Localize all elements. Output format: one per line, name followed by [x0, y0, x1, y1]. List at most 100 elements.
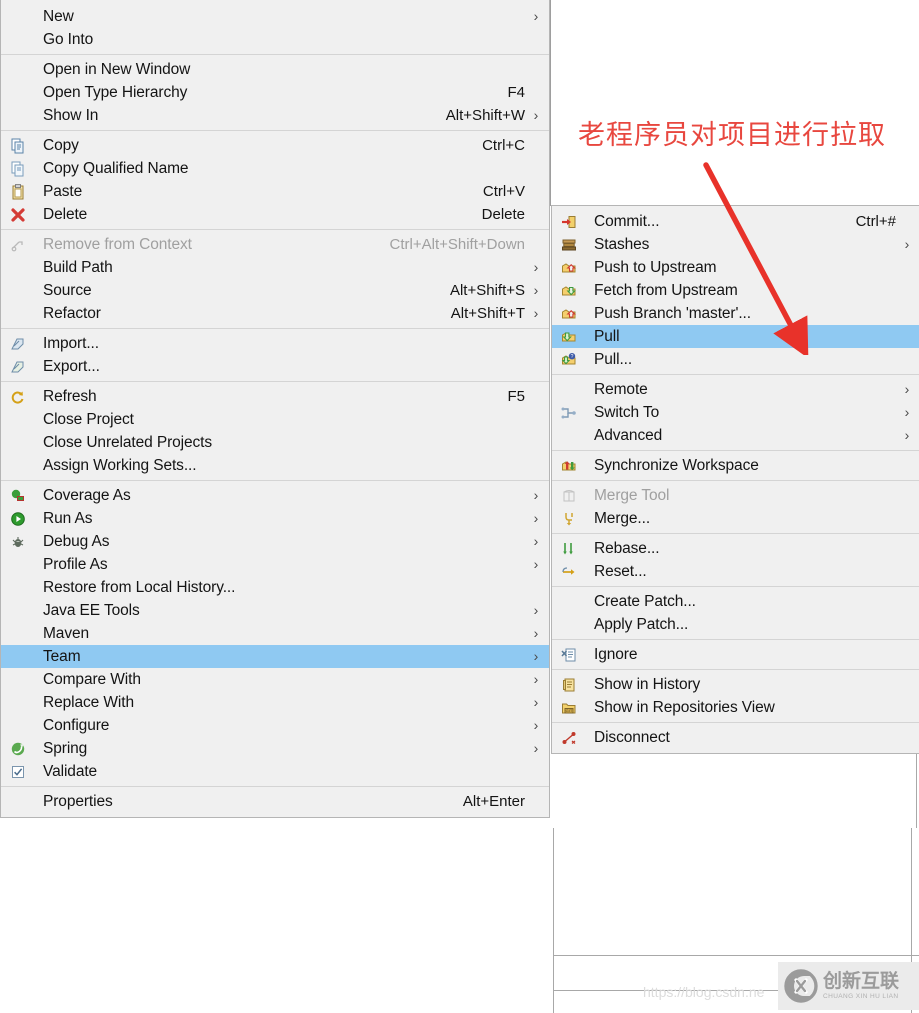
menu-item-compare-with[interactable]: Compare With ›: [1, 668, 549, 691]
submenu-chevron-icon: ›: [533, 510, 539, 526]
menu-item-spring[interactable]: Spring ›: [1, 737, 549, 760]
team-item-commit[interactable]: Commit... Ctrl+#›: [552, 210, 919, 233]
team-item-reset[interactable]: Reset... ›: [552, 560, 919, 583]
menu-item-coverage-as[interactable]: Coverage As ›: [1, 484, 549, 507]
menu-item-label: Close Unrelated Projects: [43, 434, 213, 451]
team-item-pull[interactable]: Pull ›: [552, 325, 919, 348]
remove-context-icon: [5, 233, 31, 256]
submenu-chevron-icon: ›: [533, 694, 539, 710]
no-icon: [5, 599, 31, 622]
chevron-placeholder: ›: [900, 613, 914, 636]
menu-item-open-in-new-window[interactable]: Open in New Window ›: [1, 58, 549, 81]
menu-item-new[interactable]: New ›: [1, 5, 549, 28]
menu-item-close-unrelated-projects[interactable]: Close Unrelated Projects ›: [1, 431, 549, 454]
team-submenu[interactable]: Commit...Ctrl+#›Stashes›Push to Upstream…: [551, 205, 919, 754]
switch-to-icon: [556, 401, 582, 424]
no-icon: [5, 28, 31, 51]
no-icon: [5, 454, 31, 477]
no-icon: [5, 576, 31, 599]
menu-item-label: Restore from Local History...: [43, 579, 236, 596]
team-item-show-in-repositories-view[interactable]: GIT Show in Repositories View ›: [552, 696, 919, 719]
chevron-placeholder: ›: [900, 560, 914, 583]
menu-item-java-ee-tools[interactable]: Java EE Tools ›: [1, 599, 549, 622]
menu-item-close-project[interactable]: Close Project ›: [1, 408, 549, 431]
menu-separator: [1, 480, 549, 481]
menu-item-copy-qualified-name[interactable]: Copy Qualified Name ›: [1, 157, 549, 180]
menu-item-delete[interactable]: DeleteDelete›: [1, 203, 549, 226]
menu-item-restore-from-local-history[interactable]: Restore from Local History... ›: [1, 576, 549, 599]
menu-separator: [1, 786, 549, 787]
menu-item-show-in[interactable]: Show In Alt+Shift+W ›: [1, 104, 549, 127]
chevron-placeholder: ›: [529, 760, 543, 783]
menu-item-label: Push to Upstream: [594, 259, 717, 276]
menu-item-export[interactable]: Export... ›: [1, 355, 549, 378]
menu-item-team[interactable]: Team ›: [1, 645, 549, 668]
submenu-chevron-icon: ›: [533, 625, 539, 641]
team-item-disconnect[interactable]: Disconnect ›: [552, 726, 919, 749]
chevron-placeholder: ›: [900, 696, 914, 719]
team-item-advanced[interactable]: Advanced ›: [552, 424, 919, 447]
menu-item-validate[interactable]: Validate ›: [1, 760, 549, 783]
chevron-placeholder: ›: [900, 302, 914, 325]
menu-item-build-path[interactable]: Build Path ›: [1, 256, 549, 279]
menu-item-label: Synchronize Workspace: [594, 457, 759, 474]
menu-separator: [552, 722, 919, 723]
menu-item-go-into[interactable]: Go Into ›: [1, 28, 549, 51]
menu-item-paste[interactable]: Paste Ctrl+V›: [1, 180, 549, 203]
team-item-ignore[interactable]: Ignore ›: [552, 643, 919, 666]
no-icon: [5, 645, 31, 668]
menu-item-label: Validate: [43, 763, 98, 780]
menu-item-copy[interactable]: Copy Ctrl+C›: [1, 134, 549, 157]
team-item-fetch-from-upstream[interactable]: Fetch from Upstream ›: [552, 279, 919, 302]
team-item-push-to-upstream[interactable]: Push to Upstream ›: [552, 256, 919, 279]
no-icon: [5, 691, 31, 714]
chevron-placeholder: ›: [900, 454, 914, 477]
team-item-merge[interactable]: Merge... ›: [552, 507, 919, 530]
ignore-icon: [556, 643, 582, 666]
menu-item-open-type-hierarchy[interactable]: Open Type Hierarchy F4›: [1, 81, 549, 104]
team-item-push-branch-master[interactable]: Push Branch 'master'... ›: [552, 302, 919, 325]
menu-item-properties[interactable]: Properties Alt+Enter›: [1, 790, 549, 813]
menu-item-label: Reset...: [594, 563, 647, 580]
menu-item-refactor[interactable]: Refactor Alt+Shift+T ›: [1, 302, 549, 325]
menu-item-run-as[interactable]: Run As ›: [1, 507, 549, 530]
menu-item-accelerator: Delete: [481, 206, 525, 223]
menu-item-refresh[interactable]: Refresh F5›: [1, 385, 549, 408]
submenu-chevron-icon: ›: [904, 236, 910, 252]
menu-item-import[interactable]: Import... ›: [1, 332, 549, 355]
team-item-remote[interactable]: Remote ›: [552, 378, 919, 401]
team-item-stashes[interactable]: Stashes ›: [552, 233, 919, 256]
submenu-chevron-icon: ›: [533, 648, 539, 664]
menu-separator: [552, 669, 919, 670]
chevron-placeholder: ›: [900, 348, 914, 371]
menu-item-maven[interactable]: Maven ›: [1, 622, 549, 645]
team-item-create-patch[interactable]: Create Patch... ›: [552, 590, 919, 613]
chevron-placeholder: ›: [900, 256, 914, 279]
menu-item-configure[interactable]: Configure ›: [1, 714, 549, 737]
team-item-synchronize-workspace[interactable]: Synchronize Workspace ›: [552, 454, 919, 477]
menu-item-label: Show In: [43, 107, 99, 124]
menu-item-accelerator: Ctrl+C: [482, 137, 525, 154]
menu-item-profile-as[interactable]: Profile As ›: [1, 553, 549, 576]
submenu-chevron-icon: ›: [904, 381, 910, 397]
team-item-show-in-history[interactable]: Show in History ›: [552, 673, 919, 696]
team-item-rebase[interactable]: Rebase... ›: [552, 537, 919, 560]
project-context-menu[interactable]: New›Go Into› Open in New Window›Open Type…: [0, 0, 550, 818]
team-item-apply-patch[interactable]: Apply Patch... ›: [552, 613, 919, 636]
menu-item-source[interactable]: Source Alt+Shift+S ›: [1, 279, 549, 302]
chevron-placeholder: ›: [900, 643, 914, 666]
menu-item-replace-with[interactable]: Replace With ›: [1, 691, 549, 714]
menu-item-label: Replace With: [43, 694, 134, 711]
menu-item-label: Push Branch 'master'...: [594, 305, 751, 322]
menu-item-assign-working-sets[interactable]: Assign Working Sets... ›: [1, 454, 549, 477]
team-item-switch-to[interactable]: Switch To ›: [552, 401, 919, 424]
copy-icon: [5, 134, 31, 157]
menu-item-debug-as[interactable]: Debug As ›: [1, 530, 549, 553]
panel-left-border: [553, 828, 554, 1013]
no-icon: [5, 622, 31, 645]
cx-logo-icon: [784, 969, 818, 1003]
team-item-pull[interactable]: ? Pull... ›: [552, 348, 919, 371]
menu-item-label: Run As: [43, 510, 93, 527]
menu-item-accelerator: F5: [507, 388, 525, 405]
svg-text:?: ?: [571, 354, 574, 360]
